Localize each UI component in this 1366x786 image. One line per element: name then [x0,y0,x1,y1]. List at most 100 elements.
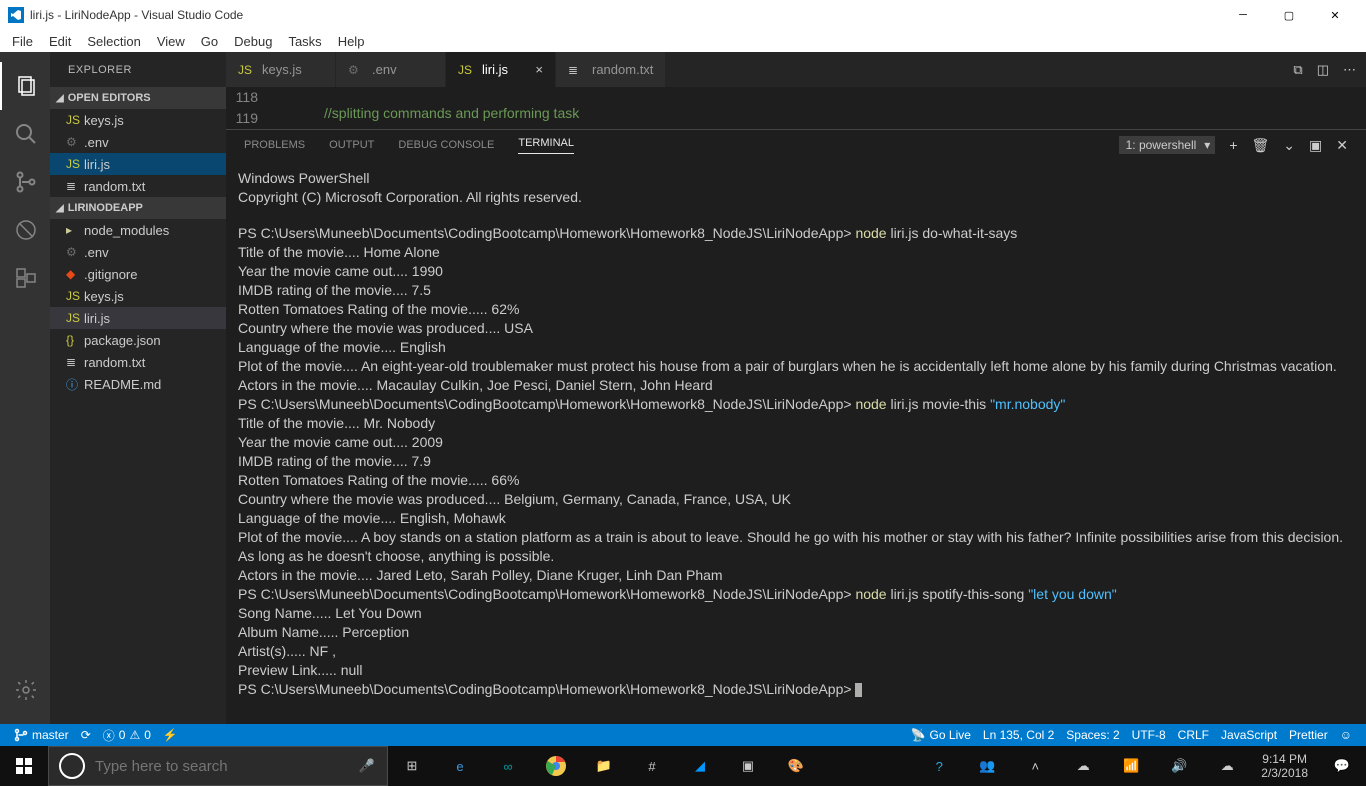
debug-icon[interactable] [0,206,50,254]
sync-icon[interactable]: ⟳ [75,728,97,742]
encoding[interactable]: UTF-8 [1126,728,1172,742]
explorer-icon[interactable]: 📁 [580,746,628,786]
language[interactable]: JavaScript [1215,728,1283,742]
menu-go[interactable]: Go [193,34,226,49]
code-editor[interactable]: 118119 //splitting commands and performi… [226,87,1366,129]
open-editor-keys[interactable]: JSkeys.js [50,109,226,131]
help-icon[interactable]: ? [915,746,963,786]
paint-icon[interactable]: 🎨 [772,746,820,786]
text-icon: ≣ [568,63,586,77]
close-button[interactable]: ✕ [1312,0,1358,30]
menubar: File Edit Selection View Go Debug Tasks … [0,30,1366,52]
kill-terminal-icon[interactable]: 🗑 [1252,137,1270,154]
open-editor-random[interactable]: ≣random.txt [50,175,226,197]
close-panel-icon[interactable]: ✕ [1336,137,1348,154]
explorer-icon[interactable] [0,62,50,110]
search-icon[interactable] [0,110,50,158]
onedrive-icon[interactable]: ☁ [1059,746,1107,786]
edge-icon[interactable]: e [436,746,484,786]
tab-liri[interactable]: JSliri.js× [446,52,556,87]
info-icon: ⓘ [66,376,84,393]
new-terminal-icon[interactable]: + [1229,137,1237,153]
gear-icon: ⚙ [348,63,366,77]
vscode-taskbar-icon[interactable]: ◢ [676,746,724,786]
text-icon: ≣ [66,355,84,369]
open-editor-liri[interactable]: JSliri.js [50,153,226,175]
tab-output[interactable]: OUTPUT [329,139,374,151]
open-editor-env[interactable]: ⚙.env [50,131,226,153]
menu-help[interactable]: Help [330,34,373,49]
tray-up-icon[interactable]: ˄ [1011,746,1059,786]
file-package[interactable]: {}package.json [50,329,226,351]
extensions-icon[interactable] [0,254,50,302]
search-input[interactable] [95,758,347,775]
slack-icon[interactable]: # [628,746,676,786]
tab-terminal[interactable]: TERMINAL [518,137,574,154]
close-icon[interactable]: × [525,62,543,77]
taskview-icon[interactable]: ⊞ [388,746,436,786]
lightning-icon[interactable]: ⚡ [157,728,184,742]
cursor-position[interactable]: Ln 135, Col 2 [977,728,1060,742]
file-gitignore[interactable]: ◆.gitignore [50,263,226,285]
split-icon[interactable]: ◫ [1317,62,1329,78]
tab-keys[interactable]: JSkeys.js [226,52,336,87]
chrome-icon[interactable] [532,746,580,786]
prettier[interactable]: Prettier [1283,728,1334,742]
file-env[interactable]: ⚙.env [50,241,226,263]
settings-icon[interactable] [0,666,50,714]
js-icon: JS [66,157,84,171]
menu-file[interactable]: File [4,34,41,49]
go-live[interactable]: 📡 Go Live [905,728,977,742]
volume-icon[interactable]: 🔊 [1155,746,1203,786]
open-editors-section[interactable]: ◢OPEN EDITORS [50,87,226,109]
more-icon[interactable]: ⋯ [1343,62,1356,78]
tab-env[interactable]: ⚙.env [336,52,446,87]
file-liri[interactable]: JSliri.js [50,307,226,329]
taskbar: 🎤 ⊞ e ∞ 📁 # ◢ ▣ 🎨 ? 👥 ˄ ☁ 📶 🔊 ☁ 9:14 PM2… [0,746,1366,786]
js-icon: JS [66,113,84,127]
clock[interactable]: 9:14 PM2/3/2018 [1251,752,1318,780]
git-branch[interactable]: master [8,728,75,742]
maximize-panel-icon[interactable]: ▣ [1309,137,1322,154]
mic-icon[interactable]: 🎤 [347,758,387,774]
file-random[interactable]: ≣random.txt [50,351,226,373]
editor-area: JSkeys.js ⚙.env JSliri.js× ≣random.txt ⧉… [226,52,1366,724]
project-section[interactable]: ◢LIRINODEAPP [50,197,226,219]
sync-tray-icon[interactable]: ☁ [1203,746,1251,786]
notification-icon[interactable]: 💬 [1318,746,1366,786]
start-button[interactable] [0,746,48,786]
feedback-icon[interactable]: ☺ [1334,728,1358,742]
window-title: liri.js - LiriNodeApp - Visual Studio Co… [30,8,243,22]
gear-icon: ⚙ [66,135,84,149]
terminal-select[interactable]: 1: powershell [1119,136,1216,154]
spaces[interactable]: Spaces: 2 [1060,728,1125,742]
compare-icon[interactable]: ⧉ [1293,62,1302,78]
menu-selection[interactable]: Selection [79,34,148,49]
terminal[interactable]: Windows PowerShell Copyright (C) Microso… [226,160,1366,724]
menu-debug[interactable]: Debug [226,34,280,49]
menu-tasks[interactable]: Tasks [280,34,329,49]
menu-view[interactable]: View [149,34,193,49]
menu-edit[interactable]: Edit [41,34,79,49]
maximize-button[interactable]: ▢ [1266,0,1312,30]
js-icon: JS [66,311,84,325]
terminal-taskbar-icon[interactable]: ▣ [724,746,772,786]
json-icon: {} [66,333,84,347]
errors[interactable]: ⓧ 0 ⚠ 0 [97,727,157,744]
people-icon[interactable]: 👥 [963,746,1011,786]
git-icon: ◆ [66,267,84,281]
chevron-down-icon[interactable]: ⌄ [1283,137,1295,154]
editor-tabs: JSkeys.js ⚙.env JSliri.js× ≣random.txt ⧉… [226,52,1366,87]
minimize-button[interactable]: ─ [1220,0,1266,30]
arduino-icon[interactable]: ∞ [484,746,532,786]
tab-debug-console[interactable]: DEBUG CONSOLE [398,139,494,151]
tab-random[interactable]: ≣random.txt [556,52,666,87]
tab-problems[interactable]: PROBLEMS [244,139,305,151]
eol[interactable]: CRLF [1172,728,1215,742]
folder-node-modules[interactable]: ▸node_modules [50,219,226,241]
file-keys[interactable]: JSkeys.js [50,285,226,307]
search-box[interactable]: 🎤 [48,746,388,786]
wifi-icon[interactable]: 📶 [1107,746,1155,786]
file-readme[interactable]: ⓘREADME.md [50,373,226,395]
git-icon[interactable] [0,158,50,206]
